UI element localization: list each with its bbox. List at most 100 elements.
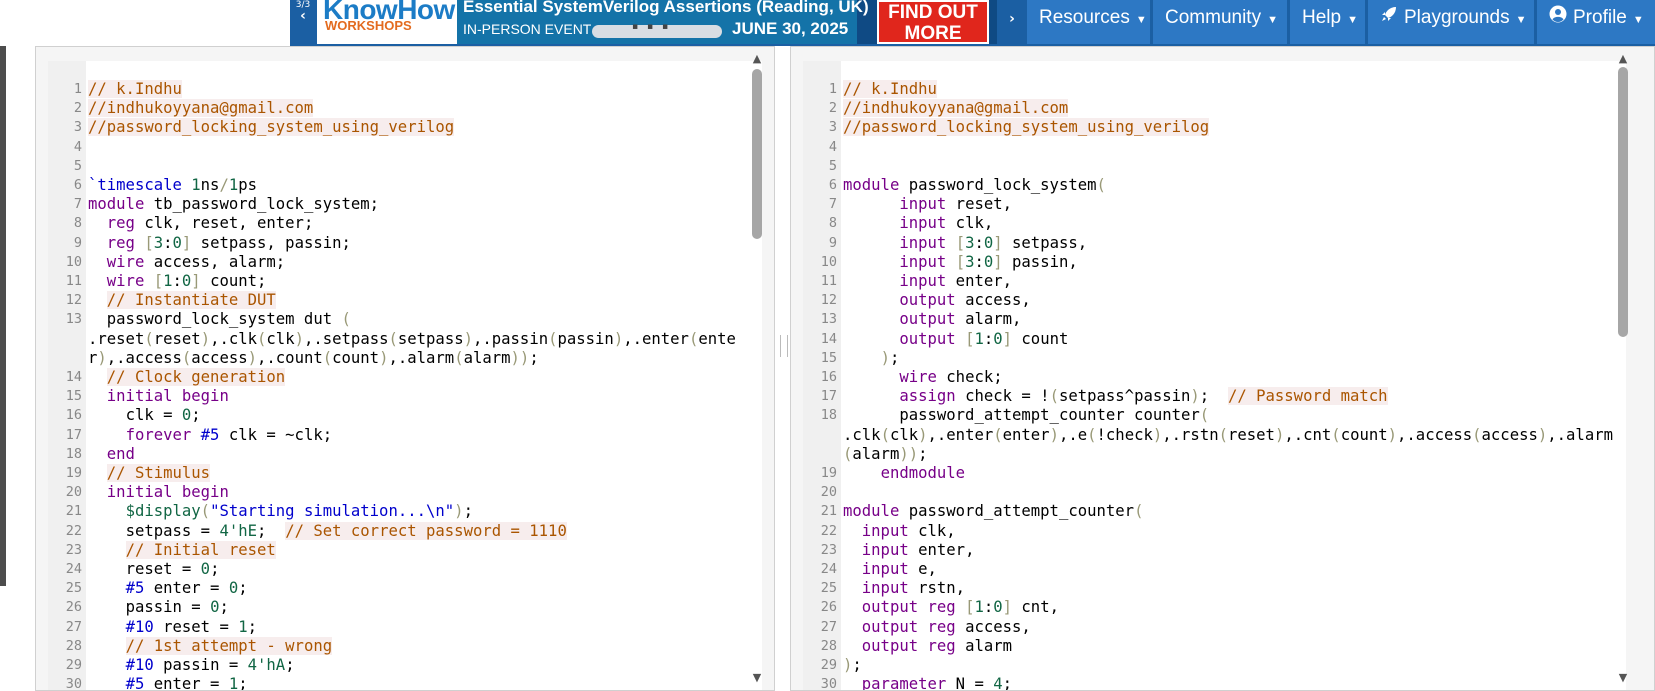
code-line[interactable]: 19 endmodule bbox=[803, 464, 1626, 483]
code-line[interactable]: 5 bbox=[48, 157, 762, 176]
code-line[interactable]: 4 bbox=[48, 138, 762, 157]
code-text[interactable]: ); bbox=[843, 349, 1626, 368]
code-text[interactable]: module tb_password_lock_system; bbox=[88, 195, 762, 214]
nav-profile[interactable]: Profile ▼ bbox=[1537, 0, 1655, 44]
scroll-thumb[interactable] bbox=[1618, 67, 1628, 337]
code-text[interactable]: #10 reset = 1; bbox=[88, 618, 762, 637]
code-line[interactable]: 19 // Stimulus bbox=[48, 464, 762, 483]
code-line[interactable]: 15 ); bbox=[803, 349, 1626, 368]
code-text[interactable]: reset = 0; bbox=[88, 560, 762, 579]
code-line[interactable]: 28 // 1st attempt - wrong bbox=[48, 636, 762, 656]
code-line[interactable]: 22 input clk, bbox=[803, 522, 1626, 541]
code-text[interactable]: //password_locking_system_using_verilog bbox=[88, 118, 762, 137]
code-text[interactable]: output reg [1:0] cnt, bbox=[843, 598, 1626, 617]
code-text[interactable]: input reset, bbox=[843, 195, 1626, 214]
code-text[interactable]: #5 enter = 0; bbox=[88, 579, 762, 598]
code-text[interactable]: passin = 0; bbox=[88, 598, 762, 617]
code-line[interactable]: 6 `timescale 1ns/1ps bbox=[48, 176, 762, 195]
code-text[interactable] bbox=[843, 157, 1626, 176]
code-line[interactable]: 3 //password_locking_system_using_verilog bbox=[48, 118, 762, 137]
code-text[interactable]: output reg access, bbox=[843, 618, 1626, 637]
scroll-down-icon[interactable]: ▼ bbox=[1616, 672, 1630, 684]
code-text[interactable]: `timescale 1ns/1ps bbox=[88, 176, 762, 195]
promo-banner[interactable]: KnowHow WORKSHOPS Essential SystemVerilo… bbox=[317, 0, 997, 44]
code-line[interactable]: 13 output alarm, bbox=[803, 310, 1626, 329]
code-line[interactable]: 25 input rstn, bbox=[803, 579, 1626, 598]
code-line[interactable]: 23 // Initial reset bbox=[48, 540, 762, 560]
code-line[interactable]: 12 // Instantiate DUT bbox=[48, 291, 762, 310]
code-text[interactable]: output [1:0] count bbox=[843, 330, 1626, 349]
code-text[interactable]: // Clock generation bbox=[88, 368, 762, 387]
code-line[interactable]: 3 //password_locking_system_using_verilog bbox=[803, 118, 1626, 137]
banner-prev-button[interactable]: ‹ bbox=[290, 8, 316, 24]
vertical-scrollbar[interactable]: ▲ ▼ bbox=[1616, 53, 1630, 684]
code-line[interactable]: 16 wire check; bbox=[803, 368, 1626, 387]
code-text[interactable] bbox=[843, 483, 1626, 502]
code-text[interactable]: wire access, alarm; bbox=[88, 253, 762, 272]
code-line[interactable]: 24 reset = 0; bbox=[48, 560, 762, 579]
scroll-thumb[interactable] bbox=[752, 69, 762, 239]
nav-playgrounds[interactable]: Playgrounds ▼ bbox=[1368, 0, 1534, 44]
code-line[interactable]: 8 reg clk, reset, enter; bbox=[48, 214, 762, 233]
code-text[interactable]: // 1st attempt - wrong bbox=[88, 636, 762, 656]
code-text[interactable]: //indhukoyyana@gmail.com bbox=[843, 99, 1626, 118]
code-line[interactable]: 8 input clk, bbox=[803, 214, 1626, 233]
code-text[interactable]: input clk, bbox=[843, 522, 1626, 541]
code-line[interactable]: 20 bbox=[803, 483, 1626, 502]
code-line[interactable]: 27 #10 reset = 1; bbox=[48, 618, 762, 637]
code-line[interactable]: 6 module password_lock_system( bbox=[803, 176, 1626, 195]
nav-resources[interactable]: Resources ▼ bbox=[1027, 0, 1150, 44]
code-line[interactable]: 26 passin = 0; bbox=[48, 598, 762, 617]
code-line[interactable]: 27 output reg access, bbox=[803, 618, 1626, 637]
code-line[interactable]: 11 input enter, bbox=[803, 272, 1626, 291]
code-text[interactable] bbox=[88, 138, 762, 157]
code-text[interactable]: // Initial reset bbox=[88, 540, 762, 560]
code-line[interactable]: 2 //indhukoyyana@gmail.com bbox=[48, 99, 762, 118]
code-area[interactable]: 1 // k.Indhu 2 //indhukoyyana@gmail.com 3 //p… bbox=[803, 80, 1626, 690]
code-line[interactable]: 15 initial begin bbox=[48, 387, 762, 406]
code-text[interactable] bbox=[88, 157, 762, 176]
code-line[interactable]: 14 // Clock generation bbox=[48, 368, 762, 387]
testbench-code-editor[interactable]: 1 // k.Indhu 2 //indhukoyyana@gmail.com 3 //p… bbox=[48, 61, 762, 690]
code-text[interactable]: output reg alarm bbox=[843, 637, 1626, 656]
code-line[interactable]: 14 output [1:0] count bbox=[803, 330, 1626, 349]
code-text[interactable]: input e, bbox=[843, 560, 1626, 579]
code-line[interactable]: 21 $display("Starting simulation...\n"); bbox=[48, 502, 762, 521]
code-text[interactable]: end bbox=[88, 445, 762, 464]
code-line[interactable]: 25 #5 enter = 0; bbox=[48, 579, 762, 598]
code-text[interactable]: setpass = 4'hE; // Set correct password … bbox=[88, 521, 762, 541]
code-line[interactable]: 9 reg [3:0] setpass, passin; bbox=[48, 234, 762, 253]
code-line[interactable]: 20 initial begin bbox=[48, 483, 762, 502]
design-code-editor[interactable]: 1 // k.Indhu 2 //indhukoyyana@gmail.com 3 //p… bbox=[803, 61, 1626, 690]
code-line[interactable]: 12 output access, bbox=[803, 291, 1626, 310]
code-text[interactable]: assign check = !(setpass^passin); // Pas… bbox=[843, 387, 1626, 406]
code-line[interactable]: 22 setpass = 4'hE; // Set correct passwo… bbox=[48, 521, 762, 541]
code-text[interactable]: input clk, bbox=[843, 214, 1626, 233]
code-line[interactable]: 17 assign check = !(setpass^passin); // … bbox=[803, 387, 1626, 406]
code-text[interactable]: reg [3:0] setpass, passin; bbox=[88, 234, 762, 253]
code-text[interactable]: module password_lock_system( bbox=[843, 176, 1626, 195]
code-line[interactable]: 28 output reg alarm bbox=[803, 637, 1626, 656]
code-line[interactable]: 2 //indhukoyyana@gmail.com bbox=[803, 99, 1626, 118]
code-text[interactable]: endmodule bbox=[843, 464, 1626, 483]
code-line[interactable]: 26 output reg [1:0] cnt, bbox=[803, 598, 1626, 617]
vertical-scrollbar[interactable]: ▲ ▼ bbox=[750, 53, 764, 684]
code-text[interactable]: input rstn, bbox=[843, 579, 1626, 598]
code-line[interactable]: 24 input e, bbox=[803, 560, 1626, 579]
code-text[interactable]: output access, bbox=[843, 291, 1626, 310]
code-line[interactable]: 1 // k.Indhu bbox=[803, 80, 1626, 99]
code-text[interactable]: ); bbox=[843, 656, 1626, 675]
code-text[interactable]: // k.Indhu bbox=[88, 80, 762, 99]
code-text[interactable]: //indhukoyyana@gmail.com bbox=[88, 99, 762, 118]
code-line[interactable]: 10 input [3:0] passin, bbox=[803, 253, 1626, 272]
code-text[interactable]: reg clk, reset, enter; bbox=[88, 214, 762, 233]
code-line[interactable]: 5 bbox=[803, 157, 1626, 176]
scroll-up-icon[interactable]: ▲ bbox=[1616, 53, 1630, 65]
code-line[interactable]: 30 parameter N = 4; bbox=[803, 675, 1626, 690]
code-text[interactable]: password_attempt_counter counter( .clk(c… bbox=[843, 406, 1626, 464]
code-text[interactable]: wire [1:0] count; bbox=[88, 272, 762, 291]
code-line[interactable]: 7 input reset, bbox=[803, 195, 1626, 214]
scroll-down-icon[interactable]: ▼ bbox=[750, 672, 764, 684]
code-line[interactable]: 4 bbox=[803, 138, 1626, 157]
code-text[interactable]: output alarm, bbox=[843, 310, 1626, 329]
